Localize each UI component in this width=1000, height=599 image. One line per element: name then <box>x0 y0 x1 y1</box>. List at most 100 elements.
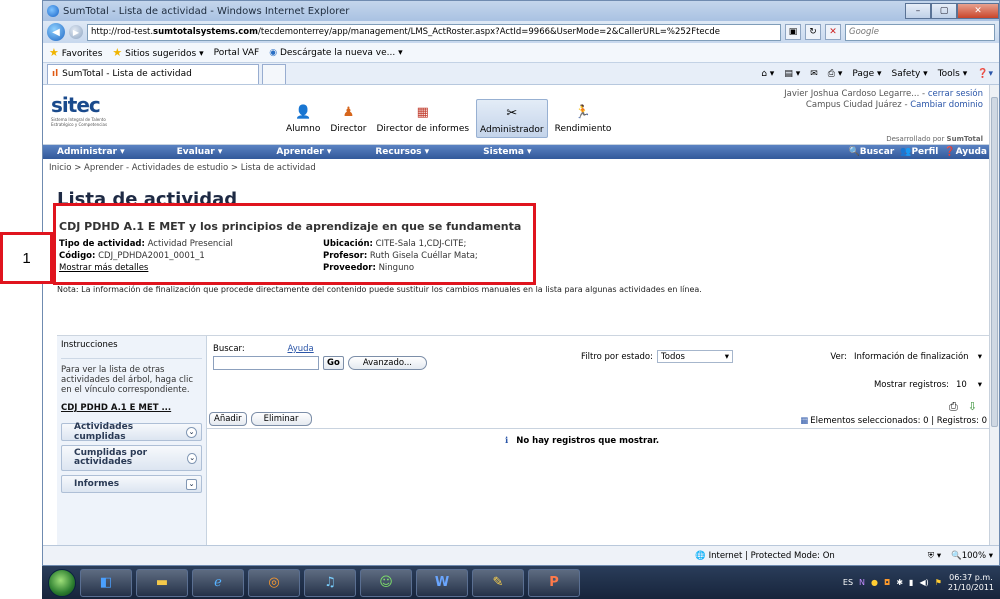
zoom-control[interactable]: 🔍100% ▾ <box>951 551 993 561</box>
accordion-actividades-cumplidas[interactable]: Actividades cumplidas ⌄ <box>61 422 202 442</box>
page-title: Lista de actividad <box>57 189 238 210</box>
help-icon[interactable]: ❓▾ <box>977 69 993 79</box>
taskbar-office[interactable]: ◎ <box>248 568 300 597</box>
nav-aprender[interactable]: Aprender ▾ <box>236 147 345 157</box>
taskbar-powerpoint[interactable]: P <box>528 568 580 597</box>
taskbar-word[interactable]: W <box>416 568 468 597</box>
info-icon: ℹ <box>505 436 509 446</box>
taskbar-itunes[interactable]: ♫ <box>304 568 356 597</box>
refresh-icon[interactable]: ↻ <box>805 24 821 40</box>
export-icon[interactable]: ⇩ <box>968 400 977 414</box>
protected-mode-icon[interactable]: ⛨ ▾ <box>928 551 941 561</box>
role-director[interactable]: ♟ Director <box>327 99 369 138</box>
flag-icon[interactable]: ⚑ <box>935 578 942 587</box>
role-rendimiento[interactable]: 🏃 Rendimiento <box>552 99 615 138</box>
chevron-down-icon: ⌄ <box>187 452 197 464</box>
security-zone[interactable]: 🌐 Internet | Protected Mode: On <box>695 551 835 561</box>
maximize-button[interactable]: ▢ <box>931 3 957 19</box>
role-alumno[interactable]: 👤 Alumno <box>283 99 323 138</box>
profile-icon: 👥 <box>900 147 912 157</box>
taskbar-messenger[interactable]: ☺ <box>360 568 412 597</box>
music-icon: ♫ <box>324 575 336 590</box>
bluetooth-icon[interactable]: ✱ <box>896 578 903 587</box>
onenote-icon[interactable]: N <box>859 578 865 587</box>
clock[interactable]: 06:37 p.m. 21/10/2011 <box>948 573 994 593</box>
url-prefix: http://rod-test. <box>91 27 154 37</box>
home-icon[interactable]: ⌂ ▾ <box>761 69 774 79</box>
more-details-link[interactable]: Mostrar más detalles <box>59 263 148 273</box>
safety-menu[interactable]: Safety ▾ <box>892 69 928 79</box>
network-icon[interactable]: ▮ <box>909 578 913 587</box>
status-filter-label: Filtro por estado: <box>581 351 653 362</box>
tab-sumtotal[interactable]: ıl SumTotal - Lista de actividad <box>47 63 259 84</box>
volume-icon[interactable]: ◀) <box>919 578 928 587</box>
compat-view-icon[interactable]: ▣ <box>785 24 801 40</box>
scroll-thumb[interactable] <box>991 97 998 427</box>
chevron-down-icon: ⌄ <box>186 426 197 438</box>
page-scrollbar[interactable] <box>989 85 999 547</box>
stop-icon[interactable]: ✕ <box>825 24 841 40</box>
new-tab-button[interactable] <box>262 63 286 84</box>
paint-icon: ✎ <box>492 575 504 590</box>
print-icon[interactable]: ⎙ ▾ <box>828 69 843 79</box>
taskbar-ie[interactable]: ℯ <box>192 568 244 597</box>
url-field[interactable]: http://rod-test. sumtotalsystems.com/tecd… <box>87 23 781 41</box>
page-menu[interactable]: Page ▾ <box>852 69 881 79</box>
tools-menu[interactable]: Tools ▾ <box>938 69 968 79</box>
nav-search[interactable]: 🔍Buscar <box>849 147 895 157</box>
taskbar-paint[interactable]: ✎ <box>472 568 524 597</box>
close-button[interactable]: ✕ <box>957 3 999 19</box>
sitec-logo: sitec Sistema Integral de Talento Estrat… <box>51 93 108 127</box>
nav-sistema[interactable]: Sistema ▾ <box>443 147 545 157</box>
accordion-cumplidas-por-actividades[interactable]: Cumplidas por actividades ⌄ <box>61 445 202 471</box>
change-domain-link[interactable]: Cambiar dominio <box>910 100 983 110</box>
url-domain: sumtotalsystems.com <box>153 27 258 37</box>
roster-search-input[interactable] <box>213 356 319 370</box>
download-link[interactable]: ◉ Descárgate la nueva ve... ▾ <box>269 48 402 58</box>
mail-icon[interactable]: ✉ <box>810 69 818 79</box>
minimize-button[interactable]: – <box>905 3 931 19</box>
language-indicator[interactable]: ES <box>843 578 853 587</box>
nav-profile[interactable]: 👥Perfil <box>900 147 938 157</box>
nav-recursos[interactable]: Recursos ▾ <box>345 147 443 157</box>
logout-link[interactable]: cerrar sesión <box>928 89 983 99</box>
favorites-bar: ★ Favorites ★ Sitios sugeridos ▾ Portal … <box>43 43 999 63</box>
help-link[interactable]: Ayuda <box>287 344 313 354</box>
tray-app-icon[interactable]: ● <box>871 578 878 587</box>
add-button[interactable]: Añadir <box>209 412 247 426</box>
nav-help[interactable]: ❓Ayuda <box>944 147 987 157</box>
messenger-icon: ☺ <box>379 575 393 590</box>
favorites-button[interactable]: ★ Favorites <box>49 46 102 59</box>
sumtotal-icon: ıl <box>52 69 59 79</box>
status-filter-select[interactable]: Todos ▾ <box>657 350 733 363</box>
remove-button[interactable]: Eliminar <box>250 412 312 426</box>
back-button[interactable]: ◀ <box>47 23 65 41</box>
advanced-button[interactable]: Avanzado... <box>347 356 427 370</box>
suggested-sites-link[interactable]: ★ Sitios sugeridos ▾ <box>112 46 203 59</box>
forward-button[interactable]: ▶ <box>69 25 83 39</box>
role-administrador[interactable]: ✂ Administrador <box>476 99 548 138</box>
taskbar-outlook[interactable]: ◧ <box>80 568 132 597</box>
print-icon[interactable]: ⎙ <box>949 400 958 414</box>
role-director-informes[interactable]: ▦ Director de informes <box>374 99 473 138</box>
show-records-select[interactable]: 10 ▾ <box>953 378 985 391</box>
portal-vaf-link[interactable]: Portal VAF <box>214 48 260 58</box>
nav-administrar[interactable]: Administrar ▾ <box>43 147 139 157</box>
search-input[interactable]: Google <box>845 23 995 41</box>
start-button[interactable] <box>48 568 76 597</box>
chevron-down-icon: ⌄ <box>186 478 197 490</box>
runner-icon: 🏃 <box>574 104 592 120</box>
activity-tree-link[interactable]: CDJ PDHD A.1 E MET ... <box>61 403 202 413</box>
role-switcher: 👤 Alumno ♟ Director ▦ Director de informes … <box>283 99 614 138</box>
instructions-text: Para ver la lista de otras actividades d… <box>61 365 194 395</box>
campus-name: Campus Ciudad Juárez - <box>805 100 911 110</box>
feeds-icon[interactable]: ▤ ▾ <box>784 69 800 79</box>
accordion-informes[interactable]: Informes ⌄ <box>61 475 202 493</box>
powered-by: Desarrollado por SumTotal <box>886 135 983 143</box>
tray-office-icon[interactable]: ◘ <box>884 578 890 587</box>
taskbar-explorer[interactable]: ▬ <box>136 568 188 597</box>
view-select[interactable]: Información de finalización ▾ <box>851 350 985 363</box>
go-button[interactable]: Go <box>323 356 344 370</box>
completion-note: Nota: La información de finalización que… <box>57 285 702 294</box>
nav-evaluar[interactable]: Evaluar ▾ <box>139 147 237 157</box>
